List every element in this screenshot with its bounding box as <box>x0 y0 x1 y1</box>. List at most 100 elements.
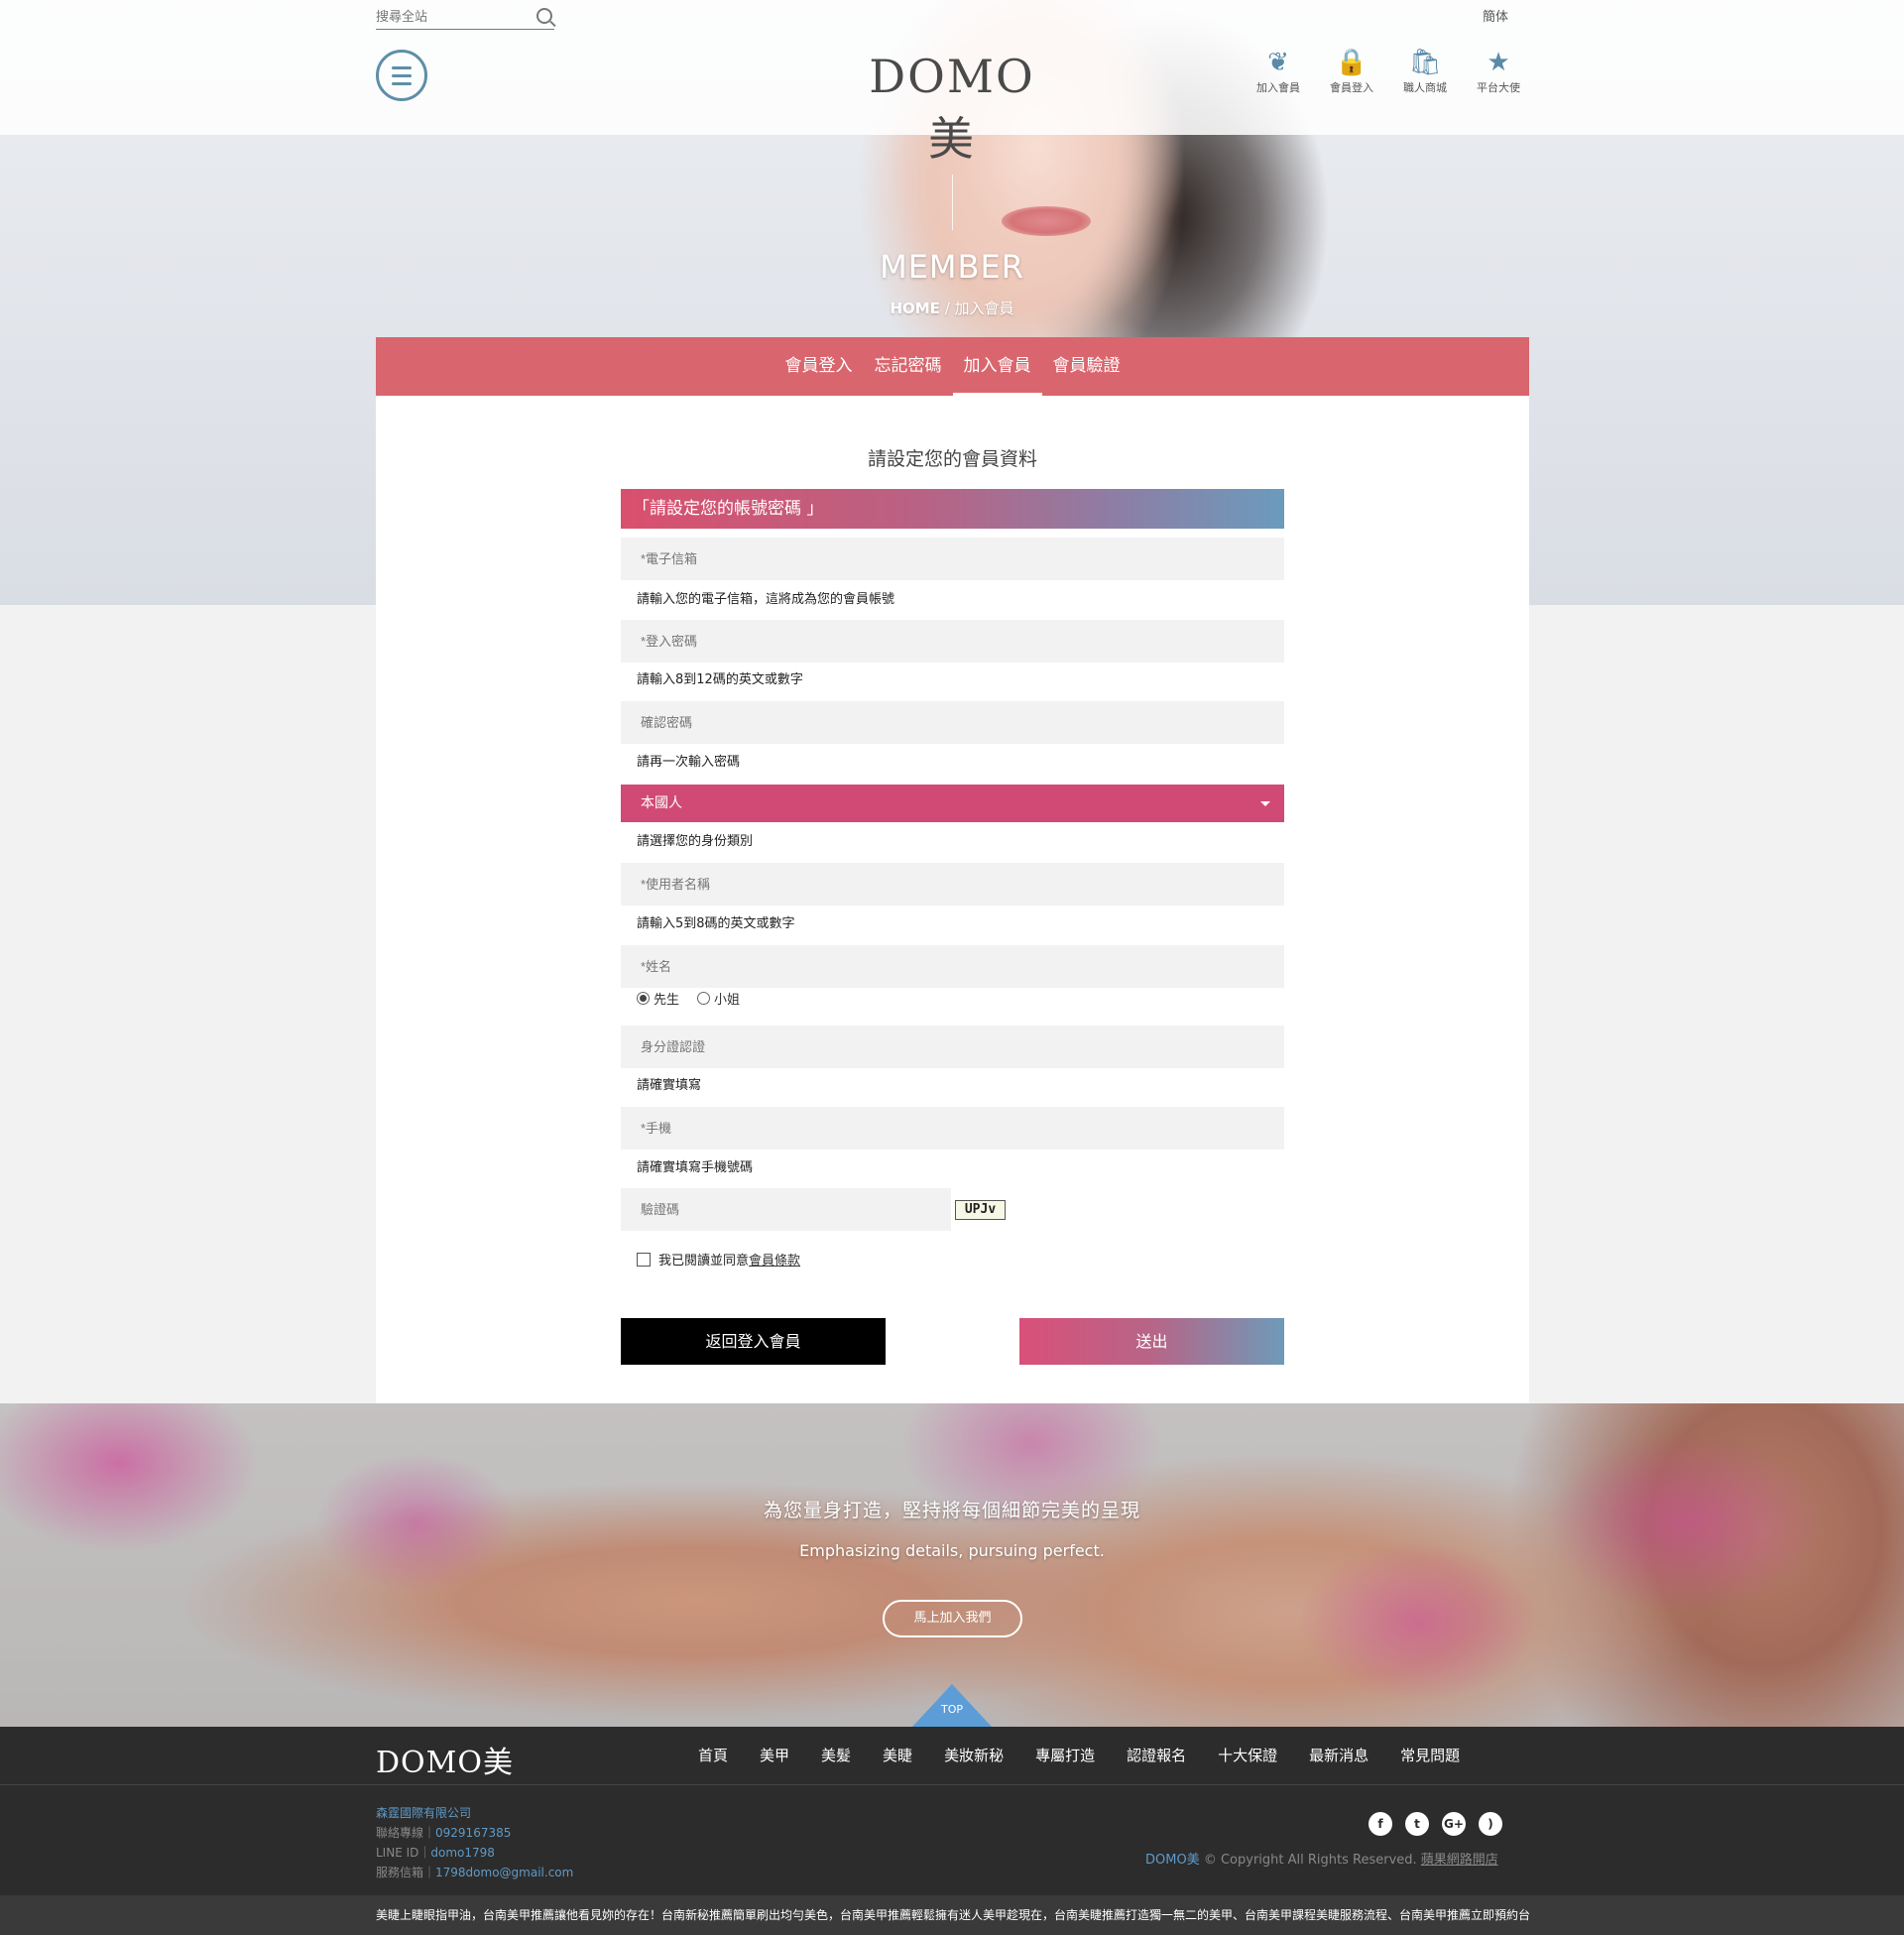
terms-checkbox[interactable] <box>637 1252 651 1267</box>
breadcrumb-separator: / <box>939 300 955 317</box>
banner-headline: 為您量身打造，堅持將每個細節完美的呈現 <box>763 1500 1140 1521</box>
gender-mr-radio[interactable]: 先生 <box>637 989 679 1008</box>
member-panel: 會員登入 忘記密碼 加入會員 會員驗證 請設定您的會員資料 「請設定您的帳號密碼… <box>376 337 1529 1403</box>
footer-link-lashes[interactable]: 美睫 <box>867 1727 928 1785</box>
back-to-top-button[interactable]: TOP <box>912 1684 992 1727</box>
ambassador-label: 平台大使 <box>1477 81 1520 94</box>
made-by-link[interactable]: 蘋果網路開店 <box>1421 1853 1498 1868</box>
footer-logo[interactable]: DOMO美 <box>376 1738 514 1781</box>
nail-hands-image <box>0 1403 1904 1727</box>
ambassador-icon: ★ <box>1487 48 1510 77</box>
tab-member-verify[interactable]: 會員驗證 <box>1042 337 1131 396</box>
shop-link[interactable]: 🛍 職人商城 <box>1388 48 1462 95</box>
footer-link-certification[interactable]: 認證報名 <box>1111 1727 1202 1785</box>
join-member-label: 加入會員 <box>1256 81 1300 94</box>
menu-bar-icon <box>392 74 412 77</box>
footer-link-news[interactable]: 最新消息 <box>1293 1727 1384 1785</box>
confirm-password-hint: 請再一次輸入密碼 <box>637 755 741 770</box>
submit-button[interactable]: 送出 <box>1019 1318 1284 1365</box>
promo-banner: 為您量身打造，堅持將每個細節完美的呈現 Emphasizing details,… <box>0 1403 1904 1727</box>
join-member-icon: ❦ <box>1267 48 1289 77</box>
back-to-login-button[interactable]: 返回登入會員 <box>621 1318 886 1365</box>
member-login-label: 會員登入 <box>1330 81 1373 94</box>
search-icon[interactable] <box>536 8 552 24</box>
shop-label: 職人商城 <box>1403 81 1447 94</box>
top-bar: 簡体 DOMO美 ❦ 加入會員 🔒 會員登入 🛍 職人商城 ★ 平台大使 <box>0 0 1904 166</box>
footer-links: 首頁 美甲 美髮 美睫 美妝新秘 專屬打造 認證報名 十大保證 最新消息 常見問… <box>682 1727 1476 1785</box>
mobile-hint: 請確實填寫手機號碼 <box>637 1160 754 1175</box>
phone-value[interactable]: 0929167385 <box>435 1826 511 1840</box>
tab-join-member[interactable]: 加入會員 <box>952 337 1042 396</box>
hamburger-menu-button[interactable] <box>376 50 427 101</box>
member-tabs: 會員登入 忘記密碼 加入會員 會員驗證 <box>376 337 1529 396</box>
twitter-icon[interactable]: t <box>1405 1812 1429 1836</box>
search-input[interactable] <box>376 4 525 28</box>
phone-label: 聯絡專線｜ <box>376 1826 436 1840</box>
site-search <box>376 4 554 30</box>
member-login-icon: 🔒 <box>1335 48 1368 77</box>
email-field[interactable] <box>621 538 1284 580</box>
title-divider <box>952 175 953 230</box>
footer-info: 森霆國際有限公司 聯絡專線｜0929167385 LINE ID｜domo179… <box>0 1785 1904 1895</box>
copyright-brand: DOMO美 <box>1145 1853 1200 1868</box>
copyright-text: © Copyright All Rights Reserved. <box>1199 1853 1421 1868</box>
id-verify-field[interactable] <box>621 1026 1284 1068</box>
ambassador-link[interactable]: ★ 平台大使 <box>1462 48 1535 95</box>
footer-link-home[interactable]: 首頁 <box>682 1727 744 1785</box>
identity-select[interactable]: 本國人 <box>621 785 1284 822</box>
email-value[interactable]: 1798domo@gmail.com <box>435 1866 573 1879</box>
radio-checked-icon <box>637 992 650 1005</box>
password-field[interactable] <box>621 620 1284 663</box>
join-member-link[interactable]: ❦ 加入會員 <box>1242 48 1315 95</box>
google-plus-icon[interactable]: G+ <box>1442 1812 1466 1836</box>
language-switch[interactable]: 簡体 <box>1483 6 1508 25</box>
site-logo[interactable]: DOMO美 <box>848 50 1056 169</box>
footer-link-makeup[interactable]: 美妝新秘 <box>928 1727 1019 1785</box>
footer-link-hair[interactable]: 美髮 <box>805 1727 867 1785</box>
email-hint: 請輸入您的電子信箱，這將成為您的會員帳號 <box>637 592 895 607</box>
join-us-button[interactable]: 馬上加入我們 <box>883 1600 1022 1637</box>
ticker-text: 美睫上睫眼指甲油，台南美甲推薦讓他看見妳的存在！台南新秘推薦簡單刷出均勻美色，台… <box>376 1908 1529 1922</box>
rss-icon[interactable]: ) <box>1479 1812 1502 1836</box>
confirm-password-field[interactable] <box>621 701 1284 744</box>
page-title: MEMBER <box>880 248 1024 286</box>
footer-nav: DOMO美 首頁 美甲 美髮 美睫 美妝新秘 專屬打造 認證報名 十大保證 最新… <box>0 1727 1904 1785</box>
captcha-image[interactable]: UPJv <box>955 1200 1006 1220</box>
footer-link-nails[interactable]: 美甲 <box>744 1727 805 1785</box>
gender-ms-radio[interactable]: 小姐 <box>697 989 740 1008</box>
menu-bar-icon <box>392 82 412 85</box>
radio-unchecked-icon <box>697 992 711 1005</box>
back-to-top-label: TOP <box>940 1703 963 1716</box>
terms-agree-text: 我已閱讀並同意 <box>658 1254 750 1269</box>
id-verify-hint: 請確實填寫 <box>637 1078 702 1093</box>
member-login-link[interactable]: 🔒 會員登入 <box>1315 48 1388 95</box>
contact-info: 森霆國際有限公司 聯絡專線｜0929167385 LINE ID｜domo179… <box>376 1803 573 1882</box>
facebook-icon[interactable]: f <box>1368 1812 1392 1836</box>
line-value[interactable]: domo1798 <box>430 1846 495 1860</box>
email-label: 服務信箱｜ <box>376 1866 436 1879</box>
social-links: f t G+ ) <box>1368 1812 1502 1836</box>
footer-link-custom[interactable]: 專屬打造 <box>1019 1727 1111 1785</box>
banner-subheadline: Emphasizing details, pursuing perfect. <box>799 1541 1105 1560</box>
tab-member-login[interactable]: 會員登入 <box>774 337 864 396</box>
breadcrumb: HOME / 加入會員 <box>853 298 1051 318</box>
shop-icon: 🛍 <box>1408 48 1442 77</box>
username-hint: 請輸入5到8碼的英文或數字 <box>637 916 795 931</box>
mobile-field[interactable] <box>621 1107 1284 1149</box>
username-field[interactable] <box>621 863 1284 906</box>
footer-link-faq[interactable]: 常見問題 <box>1384 1727 1476 1785</box>
company-name: 森霆國際有限公司 <box>376 1806 472 1820</box>
gender-ms-label: 小姐 <box>714 993 741 1008</box>
copyright: DOMO美 © Copyright All Rights Reserved. 蘋… <box>1145 1849 1498 1868</box>
model-lips-image <box>1002 206 1091 236</box>
tab-forgot-password[interactable]: 忘記密碼 <box>864 337 953 396</box>
terms-link[interactable]: 會員條款 <box>749 1254 800 1269</box>
breadcrumb-home[interactable]: HOME <box>890 300 939 317</box>
chevron-down-icon <box>1260 801 1270 806</box>
footer-link-guarantees[interactable]: 十大保證 <box>1202 1727 1293 1785</box>
gender-mr-label: 先生 <box>654 993 680 1008</box>
menu-bar-icon <box>392 66 412 69</box>
identity-select-value: 本國人 <box>641 795 682 811</box>
name-field[interactable] <box>621 945 1284 988</box>
captcha-field[interactable] <box>621 1188 951 1231</box>
